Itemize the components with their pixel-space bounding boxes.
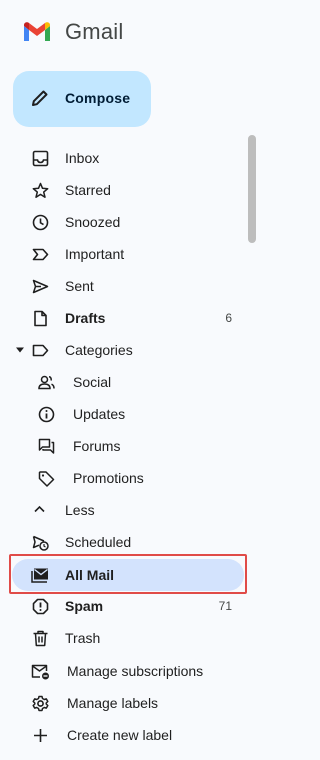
nav-label-inbox: Inbox <box>65 150 100 166</box>
important-icon <box>32 246 49 263</box>
nav-label-promotions: Promotions <box>73 470 144 486</box>
nav-label-updates: Updates <box>73 406 126 422</box>
nav-item-spam[interactable]: Spam 71 <box>0 590 258 622</box>
unsubscribe-mail-icon <box>31 663 49 680</box>
nav-label-categories: Categories <box>65 342 133 358</box>
schedule-send-icon <box>32 534 49 551</box>
nav-item-create-label[interactable]: Create new label <box>0 719 258 751</box>
nav-label-important: Important <box>65 246 125 262</box>
nav-label-scheduled: Scheduled <box>65 534 132 550</box>
send-icon <box>32 278 49 295</box>
drafts-count: 6 <box>225 311 232 325</box>
nav-item-sent[interactable]: Sent <box>0 270 258 302</box>
nav-label-snoozed: Snoozed <box>65 214 121 230</box>
nav-item-drafts[interactable]: Drafts 6 <box>0 302 258 334</box>
nav-item-less[interactable]: Less <box>0 494 258 526</box>
nav-label-manage-subscriptions: Manage subscriptions <box>67 663 204 679</box>
tag-icon <box>38 470 55 487</box>
plus-icon <box>34 729 47 742</box>
nav-label-sent: Sent <box>65 278 94 294</box>
trash-icon <box>32 630 49 647</box>
nav-label-manage-labels: Manage labels <box>67 695 159 711</box>
nav-label-spam: Spam <box>65 598 104 614</box>
selection-highlight-box <box>9 554 247 594</box>
gmail-m-icon <box>24 22 50 41</box>
nav-item-inbox[interactable]: Inbox <box>0 142 258 174</box>
expand-arrow-icon[interactable] <box>16 346 24 354</box>
pencil-icon <box>30 88 50 108</box>
nav-label-drafts: Drafts <box>65 310 106 326</box>
nav-item-manage-subscriptions[interactable]: Manage subscriptions <box>0 655 258 687</box>
gear-icon <box>32 695 49 712</box>
forum-icon <box>38 438 55 455</box>
inbox-icon <box>32 150 49 167</box>
info-icon <box>38 406 55 423</box>
compose-label: Compose <box>65 90 131 106</box>
nav-item-updates[interactable]: Updates <box>0 398 258 430</box>
nav-item-starred[interactable]: Starred <box>0 174 258 206</box>
people-icon <box>38 374 55 391</box>
nav-label-trash: Trash <box>65 630 101 646</box>
nav-item-trash[interactable]: Trash <box>0 622 258 654</box>
draft-file-icon <box>32 310 49 327</box>
scrollbar-thumb[interactable] <box>248 135 256 243</box>
gmail-wordmark: Gmail <box>65 19 124 44</box>
compose-button[interactable]: Compose <box>13 71 151 127</box>
clock-icon <box>32 214 49 231</box>
nav-item-social[interactable]: Social <box>0 366 258 398</box>
label-icon <box>32 342 49 359</box>
spam-report-icon <box>32 598 49 615</box>
nav-item-forums[interactable]: Forums <box>0 430 258 462</box>
nav-item-promotions[interactable]: Promotions <box>0 462 258 494</box>
chevron-up-icon <box>34 505 45 513</box>
nav-item-manage-labels[interactable]: Manage labels <box>0 687 258 719</box>
nav-label-starred: Starred <box>65 182 111 198</box>
gmail-logo[interactable]: Gmail <box>22 18 123 46</box>
nav-item-snoozed[interactable]: Snoozed <box>0 206 258 238</box>
nav-label-forums: Forums <box>73 438 121 454</box>
nav-label-social: Social <box>73 374 112 390</box>
spam-count: 71 <box>218 599 232 613</box>
nav-item-categories[interactable]: Categories <box>0 334 258 366</box>
nav-label-create-label: Create new label <box>67 727 173 743</box>
nav-label-less: Less <box>65 502 95 518</box>
star-icon <box>32 182 49 199</box>
nav-item-important[interactable]: Important <box>0 238 258 270</box>
